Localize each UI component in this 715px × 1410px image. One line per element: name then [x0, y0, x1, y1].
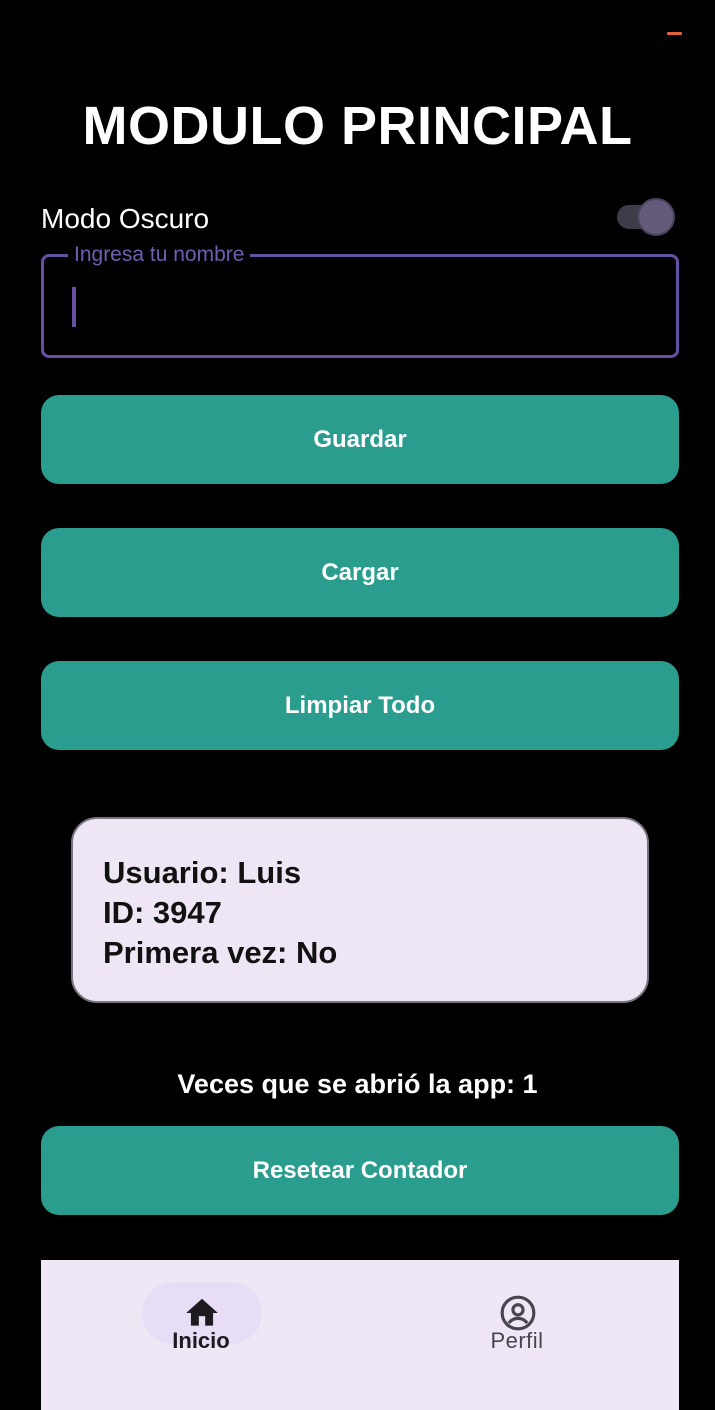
nav-label-inicio: Inicio [172, 1328, 230, 1353]
nav-item-perfil[interactable]: Perfil [437, 1282, 597, 1362]
user-id-text: ID: 3947 [103, 895, 222, 930]
load-button[interactable]: Cargar [41, 528, 679, 617]
nav-item-inicio[interactable]: Inicio [121, 1282, 281, 1362]
open-count-text: Veces que se abrió la app: 1 [177, 1069, 538, 1099]
nav-label-perfil: Perfil [490, 1328, 544, 1353]
switch-thumb [637, 198, 675, 236]
name-field-label: Ingresa tu nombre [68, 242, 251, 268]
user-info-card: Usuario: Luis ID: 3947 Primera vez: No [71, 817, 649, 1003]
name-field[interactable]: Ingresa tu nombre [41, 242, 679, 358]
save-button[interactable]: Guardar [41, 395, 679, 484]
bottom-navigation: Inicio Perfil [41, 1260, 679, 1410]
home-icon [186, 1298, 218, 1326]
text-cursor [72, 287, 76, 327]
dark-mode-row: Modo Oscuro [41, 197, 679, 241]
clear-all-button[interactable]: Limpiar Todo [41, 661, 679, 750]
page-title: MODULO PRINCIPAL [82, 96, 633, 156]
name-input[interactable] [68, 283, 652, 333]
reset-counter-button[interactable]: Resetear Contador [41, 1126, 679, 1215]
dark-mode-switch[interactable] [615, 198, 675, 236]
account-circle-icon [500, 1295, 536, 1331]
dark-mode-label: Modo Oscuro [41, 203, 210, 234]
status-bar-indicator [667, 32, 682, 35]
user-name-text: Usuario: Luis [103, 855, 302, 890]
first-time-text: Primera vez: No [103, 935, 338, 970]
